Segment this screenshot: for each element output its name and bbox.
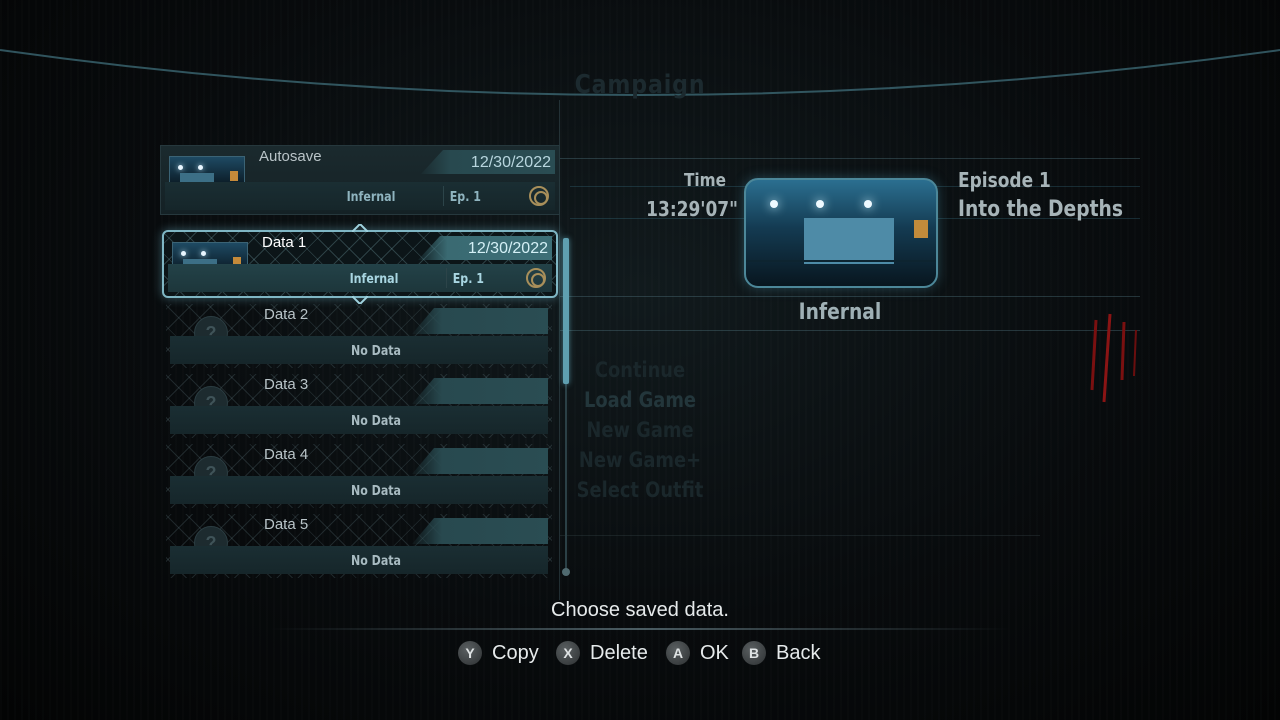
save-slot-2[interactable]: ? Data 2 No Data xyxy=(166,304,552,368)
difficulty-label: Infernal xyxy=(346,190,396,205)
save-slot-4[interactable]: ? Data 4 No Data xyxy=(166,444,552,508)
menu-item-select-outfit: Select Outfit xyxy=(576,478,704,502)
date-tab xyxy=(412,308,548,334)
page-title: Campaign xyxy=(574,70,706,100)
date-tab xyxy=(412,518,548,544)
divider xyxy=(443,186,444,206)
slot-label: Data 1 xyxy=(262,234,307,251)
divider xyxy=(446,268,447,288)
delete-label: Delete xyxy=(590,642,648,664)
no-data-label: No Data xyxy=(350,344,402,359)
chapter-title: Into the Depths xyxy=(958,197,1123,222)
x-button-icon: X xyxy=(556,641,580,665)
save-slot-1[interactable]: Data 1 12/30/2022 Infernal Ep. 1 xyxy=(162,224,558,304)
episode-title: Episode 1 xyxy=(958,168,1051,192)
top-arc-decoration xyxy=(0,49,1280,96)
menu-item-new-game-plus: New Game+ xyxy=(578,448,702,472)
no-data-label: No Data xyxy=(350,554,402,569)
copy-label: Copy xyxy=(492,642,539,664)
clear-target-icon xyxy=(529,186,549,206)
scrollbar-end-cap xyxy=(562,568,570,576)
caret-up-icon xyxy=(352,224,368,232)
detail-mid-line xyxy=(560,296,1140,297)
save-date: 12/30/2022 xyxy=(470,154,551,171)
chapter-preview-image xyxy=(744,178,938,288)
claw-mark-decoration xyxy=(1090,313,1137,403)
menu-item-new-game: New Game xyxy=(586,418,694,442)
episode-label: Ep. 1 xyxy=(452,272,484,287)
episode-label: Ep. 1 xyxy=(449,190,481,205)
help-prompt: Choose saved data. xyxy=(551,599,729,621)
no-data-label: No Data xyxy=(350,484,402,499)
detail-difficulty: Infernal xyxy=(798,300,882,325)
slot-label: Data 3 xyxy=(264,376,309,393)
footer-divider xyxy=(270,628,1010,630)
background-campaign-menu: Continue Load Game New Game New Game+ Se… xyxy=(560,356,720,506)
save-slot-3[interactable]: ? Data 3 No Data xyxy=(166,374,552,438)
slot-label: Data 4 xyxy=(264,446,309,463)
clear-target-icon xyxy=(526,268,546,288)
menu-item-continue: Continue xyxy=(594,358,686,382)
save-slot-5[interactable]: ? Data 5 No Data xyxy=(166,514,552,578)
slot-label: Data 5 xyxy=(264,516,309,533)
a-button-icon: A xyxy=(666,641,690,665)
ok-label: OK xyxy=(700,642,729,664)
difficulty-label: Infernal xyxy=(349,272,399,287)
caret-down-icon xyxy=(352,296,368,304)
slot-label: Autosave xyxy=(259,148,322,165)
no-data-label: No Data xyxy=(350,414,402,429)
detail-bottom-line xyxy=(560,330,1140,331)
menu-bottom-line xyxy=(560,535,1040,536)
play-time-label: Time xyxy=(683,170,726,191)
detail-top-line xyxy=(560,158,1140,159)
autosave-slot[interactable]: Autosave 12/30/2022 Infernal Ep. 1 xyxy=(160,145,560,215)
save-date: 12/30/2022 xyxy=(467,240,548,257)
b-button-icon: B xyxy=(742,641,766,665)
menu-item-load-game: Load Game xyxy=(583,388,697,412)
date-tab xyxy=(412,448,548,474)
play-time-value: 13:29'07" xyxy=(646,197,738,221)
date-tab xyxy=(412,378,548,404)
back-label: Back xyxy=(776,642,821,664)
slot-label: Data 2 xyxy=(264,306,309,323)
y-button-icon: Y xyxy=(458,641,482,665)
